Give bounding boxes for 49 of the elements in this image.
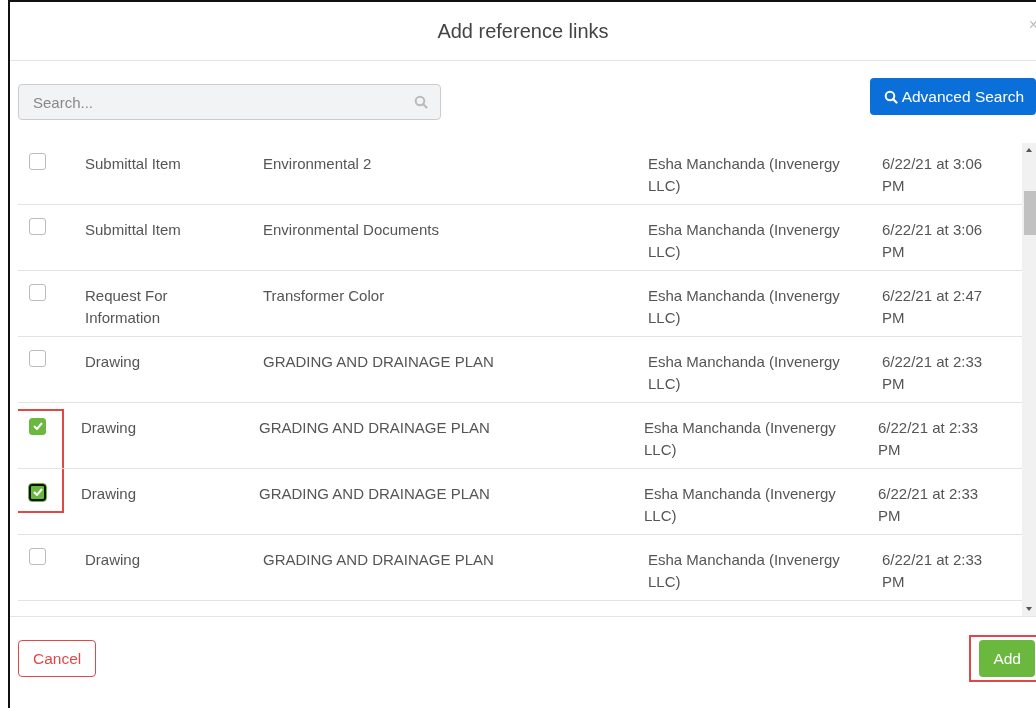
dialog-title: Add reference links bbox=[437, 19, 609, 43]
item-date: 6/22/21 at 3:06 PM bbox=[882, 154, 984, 196]
item-title: GRADING AND DRAINAGE PLAN bbox=[263, 352, 495, 372]
search-icon bbox=[883, 89, 898, 104]
search-input[interactable]: Search... bbox=[31, 92, 414, 112]
checkbox[interactable] bbox=[29, 284, 46, 301]
item-creator: Esha Manchanda (Invenergy LLC) bbox=[648, 154, 841, 196]
check-icon bbox=[32, 488, 43, 496]
checkbox[interactable] bbox=[29, 350, 46, 367]
checkbox[interactable] bbox=[29, 417, 46, 435]
add-button[interactable]: Add bbox=[979, 640, 1035, 677]
scrollbar[interactable] bbox=[1022, 143, 1036, 616]
checkbox[interactable] bbox=[29, 483, 46, 501]
item-date: 6/22/21 at 2:33 PM bbox=[882, 550, 984, 592]
item-title: Transformer Color bbox=[263, 286, 386, 306]
item-type: Drawing bbox=[80, 484, 138, 504]
item-type: Drawing bbox=[84, 550, 142, 570]
item-date: 6/22/21 at 3:06 PM bbox=[882, 220, 984, 262]
item-type: Request For Information bbox=[84, 286, 169, 328]
item-creator: Esha Manchanda (Invenergy LLC) bbox=[648, 352, 841, 394]
scroll-down-icon[interactable] bbox=[1026, 607, 1032, 611]
item-date: 6/22/21 at 2:47 PM bbox=[882, 286, 984, 328]
search-field[interactable]: Search... bbox=[18, 84, 441, 120]
check-icon bbox=[32, 422, 43, 430]
item-creator: Esha Manchanda (Invenergy LLC) bbox=[644, 484, 837, 526]
item-date: 6/22/21 at 2:33 PM bbox=[882, 352, 984, 394]
cancel-button[interactable]: Cancel bbox=[18, 640, 97, 677]
item-date: 6/22/21 at 2:33 PM bbox=[878, 418, 980, 460]
scrollbar-thumb[interactable] bbox=[1024, 191, 1036, 235]
item-type: Submittal Item bbox=[84, 154, 182, 174]
scroll-up-icon[interactable] bbox=[1026, 148, 1032, 152]
checkbox[interactable] bbox=[29, 218, 46, 235]
item-creator: Esha Manchanda (Invenergy LLC) bbox=[644, 418, 837, 460]
item-creator: Esha Manchanda (Invenergy LLC) bbox=[648, 286, 841, 328]
item-type: Drawing bbox=[80, 418, 138, 438]
item-date: 6/22/21 at 2:33 PM bbox=[878, 484, 980, 526]
item-type: Submittal Item bbox=[84, 220, 182, 240]
item-type: Drawing bbox=[84, 352, 142, 372]
item-title: Environmental 2 bbox=[263, 154, 373, 174]
item-title: GRADING AND DRAINAGE PLAN bbox=[259, 484, 491, 504]
item-title: GRADING AND DRAINAGE PLAN bbox=[263, 550, 495, 570]
item-creator: Esha Manchanda (Invenergy LLC) bbox=[648, 550, 841, 592]
checkbox[interactable] bbox=[29, 153, 46, 170]
advanced-search-button[interactable]: Advanced Search bbox=[869, 78, 1036, 115]
checkbox[interactable] bbox=[29, 548, 46, 565]
search-icon bbox=[414, 95, 428, 109]
item-creator: Esha Manchanda (Invenergy LLC) bbox=[648, 220, 841, 262]
item-title: GRADING AND DRAINAGE PLAN bbox=[259, 418, 491, 438]
item-title: Environmental Documents bbox=[263, 220, 440, 240]
